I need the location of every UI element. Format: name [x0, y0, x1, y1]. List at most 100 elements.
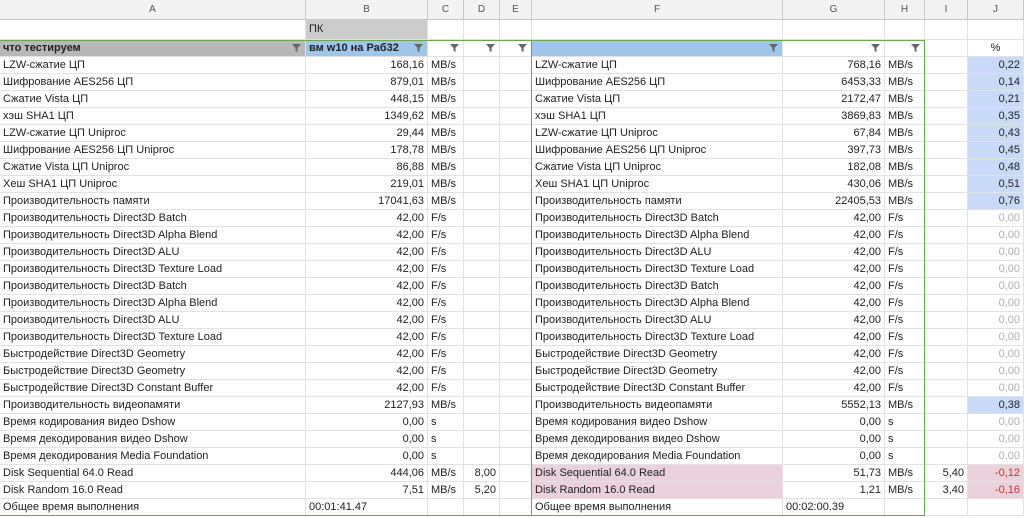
cell-h[interactable]: s: [885, 448, 925, 465]
cell-j[interactable]: [968, 499, 1024, 516]
header-cell-i[interactable]: [925, 40, 968, 57]
cell-h[interactable]: MB/s: [885, 74, 925, 91]
cell-i[interactable]: [925, 431, 968, 448]
cell-c[interactable]: s: [428, 448, 464, 465]
header-cell-what-tested[interactable]: что тестируем: [0, 40, 306, 57]
cell-j[interactable]: 0,38: [968, 397, 1024, 414]
cell-i[interactable]: 5,40: [925, 465, 968, 482]
cell-j[interactable]: 0,00: [968, 210, 1024, 227]
cell-j[interactable]: 0,00: [968, 363, 1024, 380]
cell-a[interactable]: хэш SHA1 ЦП: [0, 108, 306, 125]
cell-c[interactable]: F/s: [428, 329, 464, 346]
cell-g[interactable]: 42,00: [783, 278, 885, 295]
cell-e[interactable]: [500, 414, 532, 431]
cell-j[interactable]: 0,00: [968, 312, 1024, 329]
cell-d[interactable]: [464, 210, 500, 227]
cell-a[interactable]: Disk Sequential 64.0 Read: [0, 465, 306, 482]
cell-h[interactable]: MB/s: [885, 465, 925, 482]
filter-icon[interactable]: [486, 44, 495, 52]
cell-f[interactable]: Общее время выполнения: [532, 499, 783, 516]
cell-h[interactable]: F/s: [885, 329, 925, 346]
cell-j[interactable]: 0,00: [968, 295, 1024, 312]
cell-i[interactable]: [925, 176, 968, 193]
cell-b[interactable]: 42,00: [306, 346, 428, 363]
column-header-d[interactable]: D: [464, 0, 500, 20]
cell-b[interactable]: 448,15: [306, 91, 428, 108]
cell-g[interactable]: 22405,53: [783, 193, 885, 210]
cell-i[interactable]: [925, 159, 968, 176]
cell-b[interactable]: 444,06: [306, 465, 428, 482]
cell-d[interactable]: [464, 193, 500, 210]
cell-f[interactable]: Производительность Direct3D Texture Load: [532, 329, 783, 346]
cell-g[interactable]: 42,00: [783, 346, 885, 363]
cell-f[interactable]: Время декодирования видео Dshow: [532, 431, 783, 448]
cell-b[interactable]: 42,00: [306, 329, 428, 346]
cell-e[interactable]: [500, 176, 532, 193]
cell-c[interactable]: F/s: [428, 278, 464, 295]
cell-i[interactable]: [925, 397, 968, 414]
cell-g[interactable]: 0,00: [783, 448, 885, 465]
cell-g[interactable]: 3869,83: [783, 108, 885, 125]
cell-e[interactable]: [500, 261, 532, 278]
cell-d[interactable]: [464, 295, 500, 312]
cell-i[interactable]: [925, 261, 968, 278]
cell-f[interactable]: хэш SHA1 ЦП: [532, 108, 783, 125]
cell-e[interactable]: [500, 74, 532, 91]
cell-g[interactable]: 0,00: [783, 414, 885, 431]
cell-b[interactable]: 29,44: [306, 125, 428, 142]
cell-a[interactable]: Disk Random 16.0 Read: [0, 482, 306, 499]
cell-f[interactable]: Производительность Direct3D ALU: [532, 312, 783, 329]
cell-b[interactable]: 42,00: [306, 312, 428, 329]
cell-c[interactable]: MB/s: [428, 74, 464, 91]
cell-d[interactable]: [464, 380, 500, 397]
column-header-a[interactable]: A: [0, 0, 306, 20]
filter-icon[interactable]: [518, 44, 527, 52]
cell-a1[interactable]: [0, 20, 306, 40]
cell-d[interactable]: [464, 312, 500, 329]
cell-b[interactable]: 7,51: [306, 482, 428, 499]
cell-i[interactable]: 3,40: [925, 482, 968, 499]
cell-c[interactable]: F/s: [428, 261, 464, 278]
cell-c1[interactable]: [428, 20, 464, 40]
cell-c[interactable]: MB/s: [428, 108, 464, 125]
cell-e[interactable]: [500, 108, 532, 125]
cell-g[interactable]: 51,73: [783, 465, 885, 482]
cell-d[interactable]: 8,00: [464, 465, 500, 482]
cell-a[interactable]: Шифрование AES256 ЦП: [0, 74, 306, 91]
cell-d[interactable]: [464, 142, 500, 159]
cell-c[interactable]: MB/s: [428, 193, 464, 210]
cell-c[interactable]: MB/s: [428, 397, 464, 414]
cell-b[interactable]: 86,88: [306, 159, 428, 176]
cell-e[interactable]: [500, 448, 532, 465]
cell-b[interactable]: 879,01: [306, 74, 428, 91]
header-cell-f[interactable]: [532, 40, 783, 57]
cell-h[interactable]: MB/s: [885, 159, 925, 176]
cell-e1[interactable]: [500, 20, 532, 40]
cell-e[interactable]: [500, 312, 532, 329]
cell-c[interactable]: F/s: [428, 380, 464, 397]
cell-h[interactable]: F/s: [885, 278, 925, 295]
cell-g[interactable]: 0,00: [783, 431, 885, 448]
cell-a[interactable]: Время кодирования видео Dshow: [0, 414, 306, 431]
cell-g[interactable]: 397,73: [783, 142, 885, 159]
cell-c[interactable]: F/s: [428, 210, 464, 227]
cell-b[interactable]: 1349,62: [306, 108, 428, 125]
cell-e[interactable]: [500, 159, 532, 176]
cell-e[interactable]: [500, 142, 532, 159]
cell-g[interactable]: 182,08: [783, 159, 885, 176]
cell-d[interactable]: [464, 91, 500, 108]
cell-h[interactable]: s: [885, 431, 925, 448]
cell-h1[interactable]: [885, 20, 925, 40]
cell-h[interactable]: F/s: [885, 363, 925, 380]
cell-i[interactable]: [925, 329, 968, 346]
cell-c[interactable]: [428, 499, 464, 516]
cell-i[interactable]: [925, 227, 968, 244]
cell-d[interactable]: [464, 414, 500, 431]
cell-a[interactable]: Производительность Direct3D Batch: [0, 278, 306, 295]
cell-i[interactable]: [925, 91, 968, 108]
cell-j[interactable]: 0,00: [968, 414, 1024, 431]
cell-g[interactable]: 42,00: [783, 329, 885, 346]
cell-c[interactable]: MB/s: [428, 91, 464, 108]
cell-f[interactable]: Производительность Direct3D Alpha Blend: [532, 227, 783, 244]
cell-j[interactable]: 0,00: [968, 346, 1024, 363]
